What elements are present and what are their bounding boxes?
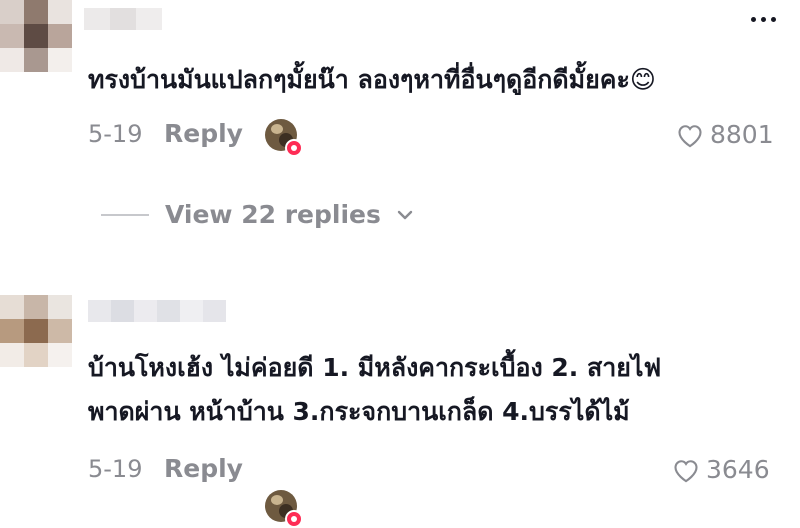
comment-text: บ้านโหงเฮ้ง ไม่ค่อยดี 1. มีหลังคากระเบื้…	[88, 353, 662, 426]
username-blurred[interactable]	[88, 300, 226, 322]
comment-date: 5-19	[88, 455, 143, 483]
avatar-pixelated[interactable]	[0, 0, 72, 72]
comment-date: 5-19	[88, 120, 143, 148]
avatar-pixelated[interactable]	[0, 295, 72, 367]
creator-liked-badge-icon	[265, 119, 303, 157]
reply-button[interactable]: Reply	[164, 454, 243, 483]
like-count: 3646	[706, 455, 770, 484]
heart-outline-icon	[674, 459, 698, 482]
reply-button[interactable]: Reply	[164, 119, 243, 148]
chevron-down-icon	[397, 210, 413, 219]
username-blurred[interactable]	[84, 8, 162, 30]
heart-outline-icon	[678, 124, 702, 147]
like-count: 8801	[710, 120, 774, 149]
comment-text: ทรงบ้านมันแปลกๆมั้ยน๊า ลองๆหาที่อื่นๆดูอ…	[88, 65, 656, 94]
like-button[interactable]: 8801	[676, 120, 774, 149]
view-replies-button[interactable]: View 22 replies	[101, 200, 415, 229]
like-button[interactable]: 3646	[672, 455, 770, 484]
divider-line	[101, 213, 149, 216]
more-options-icon[interactable]	[751, 17, 776, 22]
smiling-emoji-icon: 😊	[629, 65, 656, 94]
creator-liked-badge-icon	[265, 490, 303, 528]
view-replies-label: View 22 replies	[165, 200, 381, 229]
